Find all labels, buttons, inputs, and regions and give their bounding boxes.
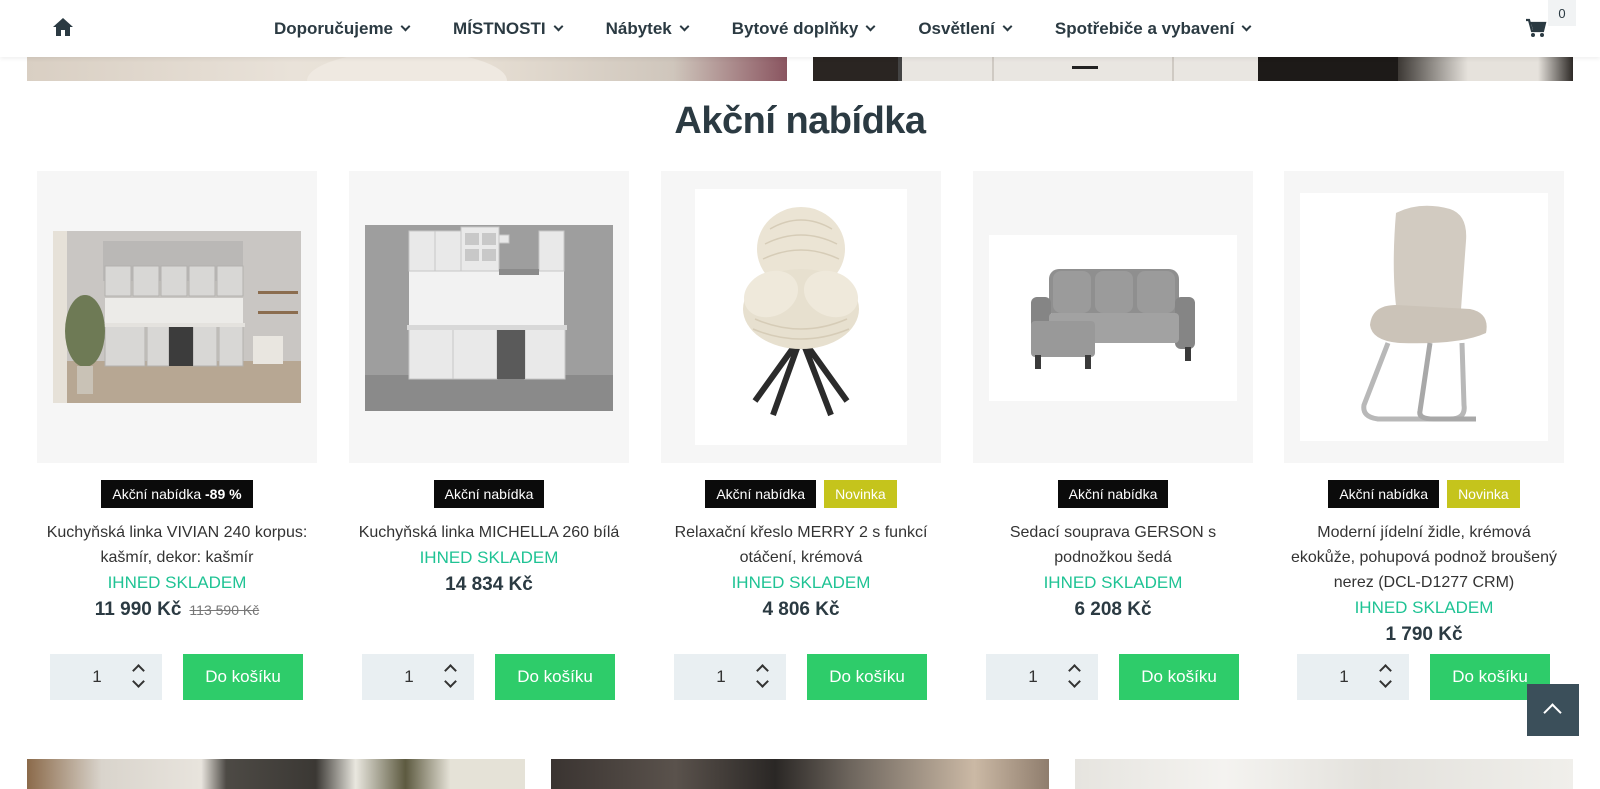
chevron-down-icon — [553, 21, 564, 32]
quantity-stepper[interactable]: 1 — [986, 654, 1098, 700]
badges: Akční nabídka — [349, 480, 629, 508]
badge-sale-label: Akční nabídka — [112, 486, 202, 502]
menu-item-mistnosti[interactable]: MÍSTNOSTI — [453, 18, 564, 39]
product-image-frame[interactable] — [973, 171, 1253, 463]
add-to-cart-button[interactable]: Do košíku — [495, 654, 615, 700]
menu-item-label: MÍSTNOSTI — [453, 18, 546, 38]
stock-status: IHNED SKLADEM — [107, 573, 247, 592]
menu-item-label: Spotřebiče a vybavení — [1054, 18, 1235, 38]
product-name[interactable]: Relaxační křeslo MERRY 2 s funkcí otáčen… — [665, 520, 937, 570]
price: 11 990 Kč 113 590 Kč — [41, 595, 313, 625]
menu-item-nabytek[interactable]: Nábytek — [605, 18, 690, 39]
product-info: Moderní jídelní židle, krémová ekokůže, … — [1284, 520, 1564, 650]
stock-status: IHNED SKLADEM — [419, 548, 559, 567]
product-image[interactable] — [695, 189, 907, 445]
badge-new: Novinka — [1447, 480, 1520, 508]
old-price: 113 590 Kč — [189, 602, 260, 618]
product-name[interactable]: Kuchyňská linka VIVIAN 240 korpus: kašmí… — [41, 520, 313, 570]
chevron-down-icon — [1002, 21, 1013, 32]
product-info: Relaxační křeslo MERRY 2 s funkcí otáčen… — [661, 520, 941, 625]
price: 1 790 Kč — [1385, 624, 1463, 645]
current-price: 11 990 Kč — [94, 599, 182, 620]
chevron-down-icon — [865, 21, 876, 32]
badges: Akční nabídka — [973, 480, 1253, 508]
product-image-frame[interactable] — [349, 171, 629, 463]
product-image-frame[interactable] — [661, 171, 941, 463]
price: 14 834 Kč — [445, 574, 533, 595]
product-info: Kuchyňská linka MICHELLA 260 bílá IHNED … — [349, 520, 629, 600]
stock-status: IHNED SKLADEM — [731, 573, 871, 592]
badge-new: Novinka — [824, 480, 897, 508]
scroll-to-top-button[interactable] — [1527, 684, 1579, 736]
menu-item-label: Bytové doplňky — [731, 18, 859, 38]
badge-sale: Akční nabídka — [1328, 480, 1440, 508]
menu-item-spotrebice[interactable]: Spotřebiče a vybavení — [1054, 18, 1252, 39]
menu-item-label: Doporučujeme — [274, 18, 394, 38]
quantity-value[interactable]: 1 — [362, 654, 456, 700]
stock-status: IHNED SKLADEM — [1354, 598, 1494, 617]
badge-sale: Akční nabídka — [705, 480, 817, 508]
product-info: Kuchyňská linka VIVIAN 240 korpus: kašmí… — [37, 520, 317, 625]
badge-sale: Akční nabídka — [433, 480, 545, 508]
price: 4 806 Kč — [762, 599, 840, 620]
menu-item-doporucujeme[interactable]: Doporučujeme — [274, 18, 411, 39]
product-name[interactable]: Moderní jídelní židle, krémová ekokůže, … — [1288, 520, 1560, 595]
menu-item-label: Nábytek — [605, 18, 672, 38]
main-menu: Doporučujeme MÍSTNOSTI Nábytek Bytové do… — [274, 0, 1294, 57]
product-image[interactable] — [53, 231, 301, 403]
quantity-stepper[interactable]: 1 — [674, 654, 786, 700]
price: 6 208 Kč — [1074, 599, 1152, 620]
main-navigation: Doporučujeme MÍSTNOSTI Nábytek Bytové do… — [0, 0, 1600, 57]
add-to-cart-button[interactable]: Do košíku — [807, 654, 927, 700]
quantity-value[interactable]: 1 — [986, 654, 1080, 700]
product-card: Akční nabídka Sedací souprava GERSON s p… — [973, 171, 1253, 700]
badges: Akční nabídka -89 % — [37, 480, 317, 508]
product-info: Sedací souprava GERSON s podnožkou šedá … — [973, 520, 1253, 625]
quantity-stepper[interactable]: 1 — [1297, 654, 1409, 700]
stock-status: IHNED SKLADEM — [1043, 573, 1183, 592]
chevron-down-icon — [679, 21, 690, 32]
cart-count-badge[interactable]: 0 — [1548, 0, 1576, 26]
product-name[interactable]: Kuchyňská linka MICHELLA 260 bílá — [353, 520, 625, 545]
chevron-down-icon — [400, 21, 411, 32]
product-image[interactable] — [365, 225, 613, 411]
add-to-cart-button[interactable]: Do košíku — [1119, 654, 1239, 700]
product-image-frame[interactable] — [37, 171, 317, 463]
badge-sale: Akční nabídka — [1057, 480, 1169, 508]
badges: Akční nabídka Novinka — [1284, 480, 1564, 508]
badges: Akční nabídka Novinka — [661, 480, 941, 508]
cart-icon[interactable] — [1525, 18, 1547, 38]
quantity-value[interactable]: 1 — [50, 654, 144, 700]
category-tile-image[interactable] — [27, 759, 525, 789]
product-card: Akční nabídka Novinka Moderní jídelní ži… — [1284, 171, 1564, 700]
product-card: Akční nabídka -89 % Kuchyňská linka VIVI… — [37, 171, 317, 700]
product-image[interactable] — [1300, 193, 1548, 441]
discount-label: -89 % — [205, 486, 242, 502]
category-tile-image[interactable] — [551, 759, 1049, 789]
product-image-frame[interactable] — [1284, 171, 1564, 463]
product-card: Akční nabídka Novinka Relaxační křeslo M… — [661, 171, 941, 700]
chevron-down-icon — [1241, 21, 1252, 32]
section-title: Akční nabídka — [674, 100, 926, 142]
product-card: Akční nabídka Kuchyňská linka MICHELLA 2… — [349, 171, 629, 700]
product-name[interactable]: Sedací souprava GERSON s podnožkou šedá — [977, 520, 1249, 570]
badge-sale: Akční nabídka -89 % — [101, 480, 253, 508]
category-tile-image[interactable] — [1075, 759, 1573, 789]
quantity-stepper[interactable]: 1 — [362, 654, 474, 700]
chevron-up-icon — [1543, 703, 1562, 722]
add-to-cart-button[interactable]: Do košíku — [183, 654, 303, 700]
home-icon[interactable] — [52, 17, 74, 37]
menu-item-label: Osvětlení — [918, 18, 995, 38]
menu-item-bytove-doplnky[interactable]: Bytové doplňky — [731, 18, 876, 39]
quantity-value[interactable]: 1 — [674, 654, 768, 700]
product-image[interactable] — [989, 235, 1237, 401]
quantity-value[interactable]: 1 — [1297, 654, 1391, 700]
quantity-stepper[interactable]: 1 — [50, 654, 162, 700]
menu-item-osvetleni[interactable]: Osvětlení — [918, 18, 1013, 39]
